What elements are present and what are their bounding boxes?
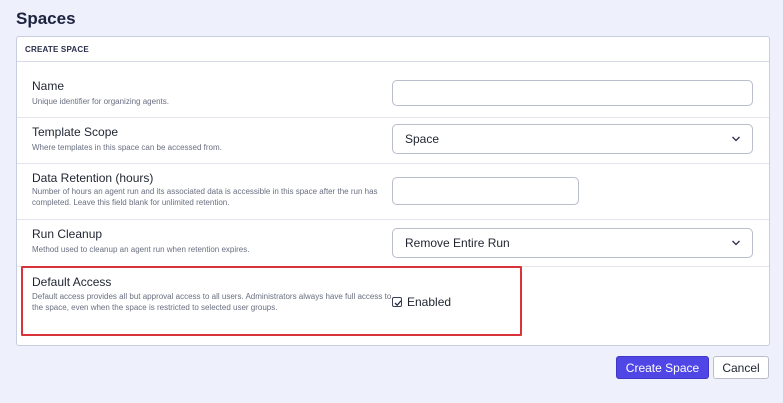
- chevron-down-icon: [732, 240, 740, 246]
- card-header: CREATE SPACE: [17, 37, 769, 62]
- data-retention-description: Number of hours an agent run and its ass…: [32, 187, 378, 207]
- row-divider: [17, 163, 769, 164]
- template-scope-select[interactable]: Space: [392, 124, 753, 154]
- data-retention-input[interactable]: [392, 177, 579, 205]
- name-label: Name: [32, 79, 65, 93]
- name-description: Unique identifier for organizing agents.: [32, 97, 169, 106]
- run-cleanup-value: Remove Entire Run: [405, 236, 510, 250]
- chevron-down-icon: [732, 136, 740, 142]
- run-cleanup-select[interactable]: Remove Entire Run: [392, 228, 753, 258]
- row-divider: [17, 219, 769, 220]
- page-title: Spaces: [16, 9, 76, 28]
- row-divider: [17, 117, 769, 118]
- data-retention-label: Data Retention (hours): [32, 171, 154, 185]
- create-space-button[interactable]: Create Space: [616, 356, 709, 379]
- template-scope-description: Where templates in this space can be acc…: [32, 143, 222, 152]
- cancel-button[interactable]: Cancel: [713, 356, 769, 379]
- template-scope-label: Template Scope: [32, 125, 119, 139]
- create-space-card: CREATE SPACE Name Unique identifier for …: [16, 36, 770, 346]
- name-input[interactable]: [392, 80, 753, 106]
- template-scope-value: Space: [405, 132, 440, 146]
- run-cleanup-label: Run Cleanup: [32, 227, 103, 241]
- highlight-box: [21, 266, 522, 336]
- run-cleanup-description: Method used to cleanup an agent run when…: [32, 245, 250, 254]
